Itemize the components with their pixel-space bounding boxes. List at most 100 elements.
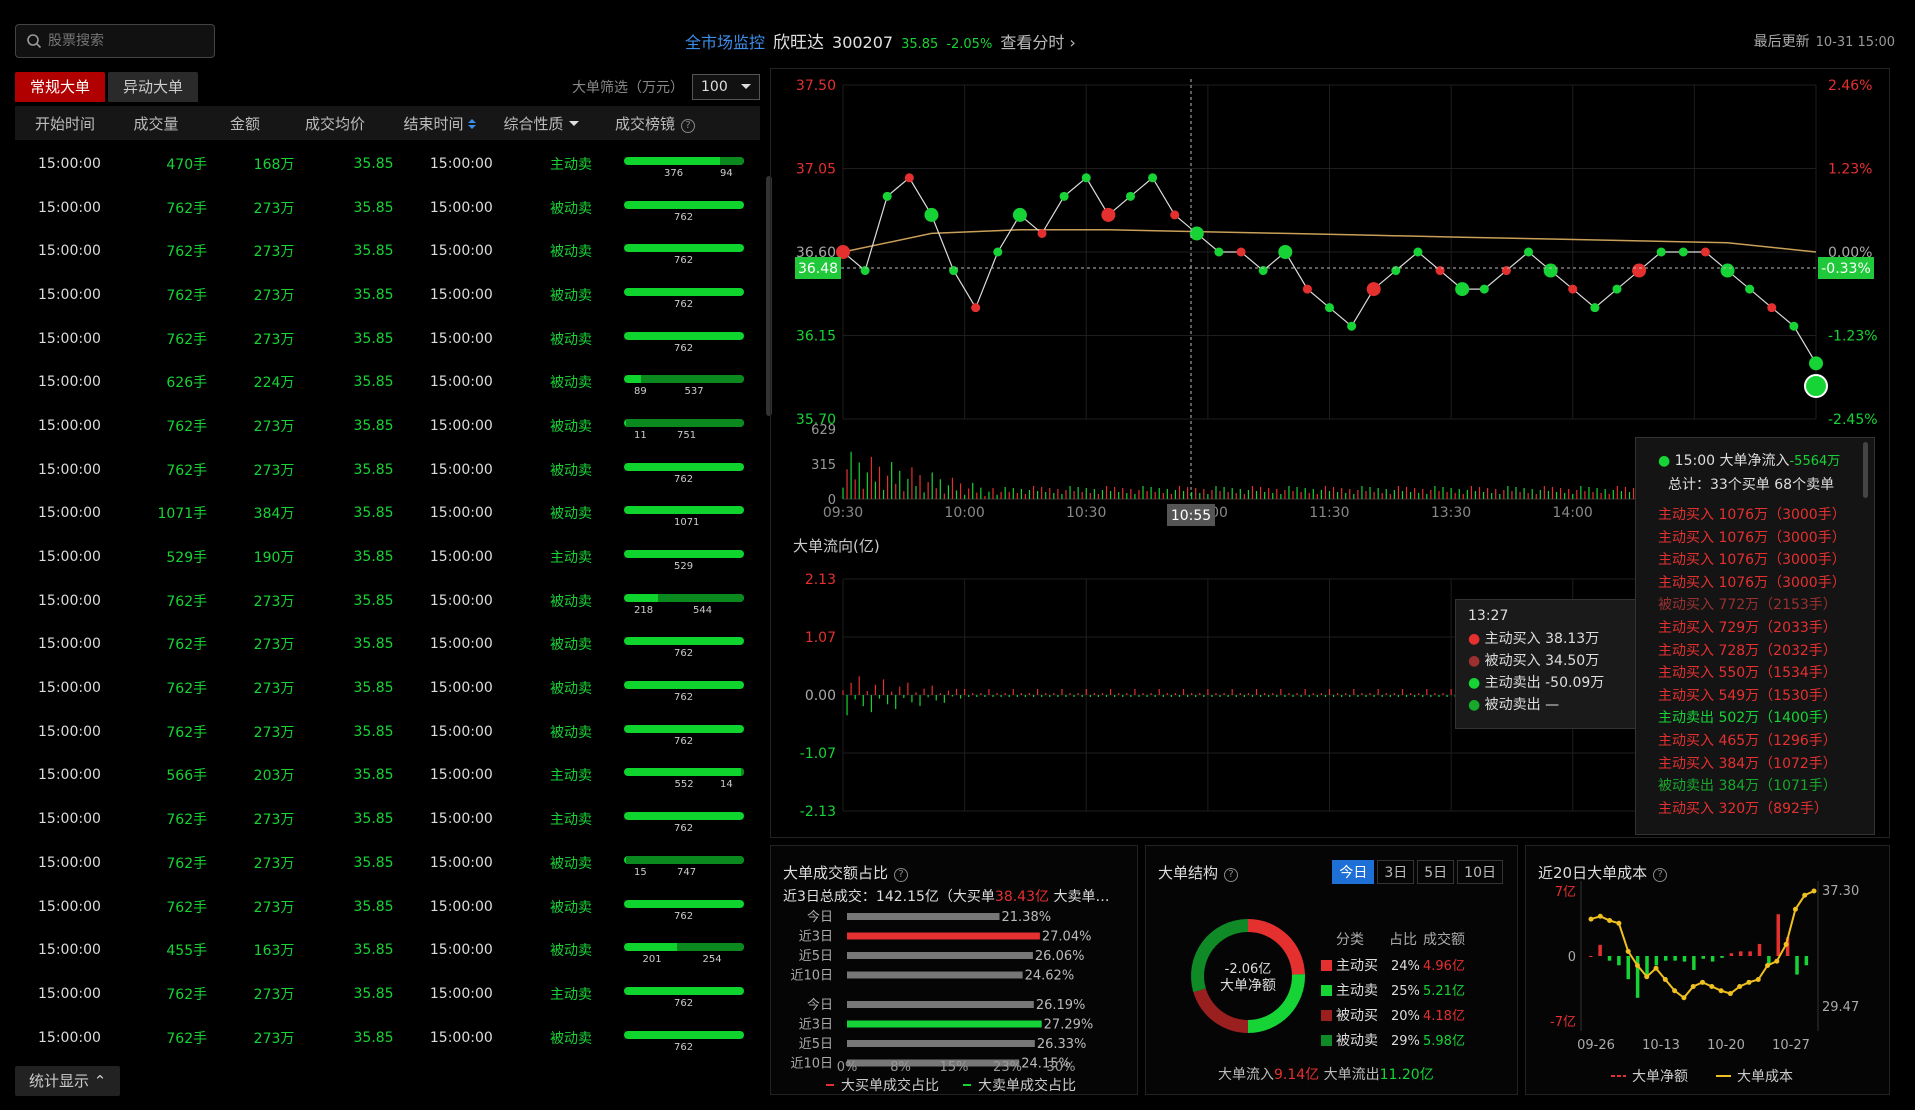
ratio-bar [847,971,1023,979]
deal-bar-total-label: 762 [673,342,694,354]
last-update-label: 最后更新 [1753,34,1810,50]
table-row[interactable]: 15:00:00 470手 168万 35.85 15:00:00 主动卖 376 94 [15,142,745,186]
cell-avg-price: 35.85 [353,592,394,609]
table-row[interactable]: 15:00:00 626手 224万 35.85 15:00:00 被动卖 89 537 [15,360,745,404]
pie-slice [1193,988,1248,1033]
table-row[interactable]: 15:00:00 762手 273万 35.85 15:00:00 被动卖 762 [15,186,745,230]
header-volume[interactable]: 成交量 [105,113,207,134]
outflow-value: 11.20亿 [1379,1067,1434,1083]
header-start-time[interactable]: 开始时间 [25,113,105,134]
table-row[interactable]: 15:00:00 1071手 384万 35.85 15:00:00 被动卖 1071 [15,492,745,536]
stat-display-button[interactable]: 统计显示 ⌃ [15,1066,120,1096]
table-row[interactable]: 15:00:00 762手 273万 35.85 15:00:00 主动卖 762 [15,797,745,841]
stock-search-box[interactable] [15,24,215,58]
help-icon[interactable]: ? [681,118,695,133]
stock-search-input[interactable] [48,33,198,49]
header-amount[interactable]: 金额 [207,113,283,134]
order-dot [1101,207,1116,222]
order-tooltip-item: 主动买入 550万（1534手） [1658,665,1837,682]
cell-nature: 被动卖 [549,331,592,348]
cell-volume: 762手 [166,681,208,698]
table-row[interactable]: 15:00:00 762手 273万 35.85 15:00:00 被动卖 762 [15,885,745,929]
header-end-time[interactable]: 结束时间 [387,113,492,134]
market-monitor-link[interactable]: 全市场监控 [685,29,765,53]
deal-bar: 218 544 [623,586,745,616]
cell-start-time: 15:00:00 [38,723,101,740]
flow-tick-label: 0.00 [805,688,836,704]
pie-legend-category: 主动卖 [1336,983,1378,999]
cell-end-time: 15:00:00 [429,636,493,653]
tooltip-dot-icon: ● [1468,675,1481,691]
table-row[interactable]: 15:00:00 762手 273万 35.85 15:00:00 被动卖 762 [15,448,745,492]
table-row[interactable]: 15:00:00 762手 273万 35.85 15:00:00 被动卖 762 [15,666,745,710]
table-row[interactable]: 15:00:00 762手 273万 35.85 15:00:00 被动卖 762 [15,229,745,273]
tab-regular-orders[interactable]: 常规大单 [15,72,106,102]
outflow-label: 大单流出 [1323,1067,1380,1083]
filter-select[interactable]: 100 [692,74,760,100]
table-row[interactable]: 15:00:00 762手 273万 35.85 15:00:00 被动卖 218 544 [15,579,745,623]
table-row[interactable]: 15:00:00 529手 190万 35.85 15:00:00 主动卖 529 [15,535,745,579]
deal-bar-fill [623,1030,744,1039]
deal-bar: 762 [623,280,745,310]
order-dot [1325,303,1334,313]
cell-avg-price: 35.85 [353,461,394,478]
flow-tooltip-time: 13:27 [1468,608,1509,624]
order-dot [1745,284,1755,294]
tooltip-scrollbar[interactable] [1863,442,1868,498]
cell-avg-price: 35.85 [353,723,394,740]
tab-abnormal-orders[interactable]: 异动大单 [108,72,199,102]
last-price-dot [1804,374,1828,398]
pct-tick-label: -1.23% [1828,329,1878,345]
table-row[interactable]: 15:00:00 762手 273万 35.85 15:00:00 主动卖 762 [15,972,745,1016]
cell-volume: 762手 [166,200,208,217]
ratio-category-label: 近10日 [790,1057,833,1072]
inflow-label: 大单流入 [1218,1067,1274,1083]
order-dot [1568,284,1578,294]
order-dot [1543,263,1558,278]
cell-amount: 273万 [253,855,295,872]
deal-bar-total-label: 762 [673,997,694,1009]
order-tooltip-items: 主动买入 1076万（3000手） 主动买入 1076万（3000手） 主动买入 1… [1658,504,1864,820]
cell-end-time: 15:00:00 [429,811,493,828]
order-dot [1720,263,1735,278]
order-dot [1501,266,1511,276]
view-timeshare-link[interactable]: 查看分时 › [1000,29,1076,53]
cost-x-tick: 10-27 [1772,1038,1810,1053]
table-row[interactable]: 15:00:00 762手 273万 35.85 15:00:00 被动卖 762 [15,317,745,361]
cell-start-time: 15:00:00 [38,854,101,871]
deal-bar-fill [623,506,744,515]
order-tooltip-item: 主动买入 1076万（3000手） [1658,507,1846,523]
dropdown-icon [568,120,579,131]
tooltip-dot-icon: ● [1468,697,1481,713]
cell-amount: 163万 [253,943,295,960]
table-row[interactable]: 15:00:00 455手 163万 35.85 15:00:00 被动卖 201 254 [15,928,745,972]
table-row[interactable]: 15:00:00 762手 273万 35.85 15:00:00 被动卖 11 751 [15,404,745,448]
cell-end-time: 15:00:00 [429,505,493,522]
table-row[interactable]: 15:00:00 762手 273万 35.85 15:00:00 被动卖 762 [15,710,745,754]
order-dot [1809,356,1823,371]
table-row[interactable]: 15:00:00 762手 273万 35.85 15:00:00 被动卖 762 [15,1016,745,1060]
table-row[interactable]: 15:00:00 762手 273万 35.85 15:00:00 被动卖 762 [15,623,745,667]
legend-cost-label: 大单成本 [1737,1069,1793,1085]
header-avg-price[interactable]: 成交均价 [283,113,387,134]
table-row[interactable]: 15:00:00 566手 203万 35.85 15:00:00 主动卖 552 14 [15,754,745,798]
table-row[interactable]: 15:00:00 762手 273万 35.85 15:00:00 被动卖 762 [15,273,745,317]
order-dot [1258,266,1268,276]
ratio-category-label: 近5日 [799,949,833,964]
deal-bar: 762 [623,236,745,266]
flow-tick-label: 1.07 [805,630,836,646]
cell-end-time: 15:00:00 [429,374,493,391]
header-nature[interactable]: 综合性质 [492,113,590,134]
cell-nature: 被动卖 [549,1030,592,1047]
ratio-category-label: 今日 [807,909,833,925]
cell-avg-price: 35.85 [353,942,394,959]
order-tooltip-item: 主动买入 729万（2033手） [1658,619,1837,636]
pie-legend-category: 被动买 [1336,1008,1378,1024]
cell-end-time: 15:00:00 [429,1029,493,1046]
deal-bar-sell-label: 14 [719,779,733,791]
cell-volume: 762手 [166,637,208,654]
cell-amount: 384万 [253,506,295,523]
deal-bar-total-label: 529 [673,561,694,573]
cost-net-bar [1598,944,1602,956]
table-row[interactable]: 15:00:00 762手 273万 35.85 15:00:00 被动卖 15 747 [15,841,745,885]
